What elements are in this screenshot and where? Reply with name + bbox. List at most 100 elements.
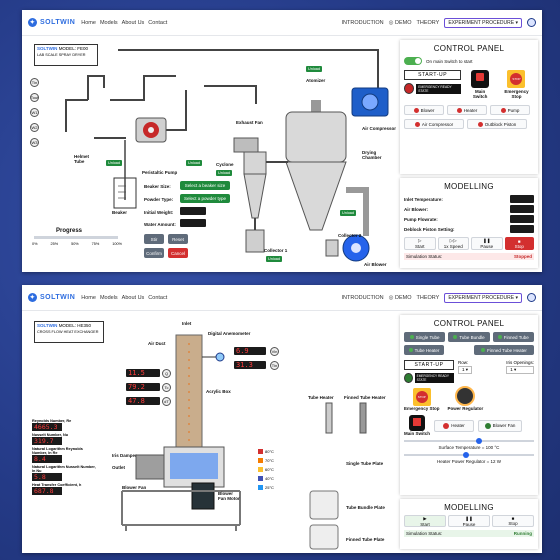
nav-home[interactable]: Home (81, 20, 96, 26)
cancel-button[interactable]: Cancel (168, 248, 188, 258)
confirm-button[interactable]: Confirm (144, 248, 164, 258)
start-up-button[interactable] (404, 373, 413, 383)
experiment-select[interactable]: EXPERIMENT PROCEDURE ▾ (444, 292, 522, 303)
beaker-size-button[interactable]: Select a beaker size (180, 181, 230, 190)
model-subtitle: LAB SCALE SPRAY DRYER (37, 53, 86, 57)
iris-selector[interactable]: Iris Openings: 1 ▾ (506, 360, 534, 374)
unload-tag-4[interactable]: Unload (306, 66, 323, 72)
nav-introduction[interactable]: INTRODUCTION (341, 20, 383, 26)
brand-logo[interactable]: ✦ SOLTWIN (28, 18, 75, 27)
finned-tube-plate-shape[interactable] (309, 524, 339, 550)
sim-start-button[interactable]: ▷ Start (404, 237, 436, 250)
brand-logo[interactable]: ✦ SOLTWIN (28, 293, 75, 302)
heater-power-slider[interactable] (404, 452, 534, 458)
stir-button[interactable]: Stir (144, 234, 164, 244)
nav-home[interactable]: Home (81, 295, 96, 301)
single-tube-button[interactable]: Single Tube (404, 332, 446, 342)
heat-model-card: SOLTWIN MODEL: HE350 CROSS FLOW HEAT EXC… (34, 321, 104, 343)
main-power-toggle[interactable] (404, 57, 422, 65)
indicator-w1[interactable]: W1 (30, 108, 39, 117)
blower-toggle[interactable]: Blower (404, 105, 444, 115)
experiment-select[interactable]: EXPERIMENT PROCEDURE ▾ (444, 17, 522, 28)
indicator-w2[interactable]: W2 (30, 123, 39, 132)
sim-stop-button[interactable]: ■ Stop (492, 515, 534, 527)
unload-tag-1[interactable]: Unload (106, 160, 123, 166)
blower-fan-toggle[interactable]: Blower Fan (478, 419, 523, 432)
nav-demo[interactable]: ◎ DEMO (389, 20, 412, 26)
results-list: Reynolds Number, Re 4665.3 Nusselt Number,… (32, 419, 96, 497)
blower-fan-motor-shape[interactable] (191, 482, 215, 510)
heater-label: Heater (463, 107, 478, 113)
surface-temp-label: Surface Temperature = 100 °C (438, 445, 500, 450)
power-regulator-knob[interactable] (455, 386, 476, 406)
emergency-stop-button[interactable]: STOP (412, 388, 431, 406)
heater-toggle[interactable]: Heater (447, 105, 487, 115)
dt-display: 47.8 (126, 397, 160, 405)
iris-damper-shape[interactable] (135, 454, 165, 480)
sim-stop-button[interactable]: ■ Stop (504, 237, 534, 250)
finned-tube-heater-shape[interactable] (359, 402, 367, 434)
start-up-button[interactable] (404, 83, 415, 94)
indicator-tout[interactable]: Tout (30, 93, 39, 102)
user-icon[interactable] (527, 18, 536, 27)
unload-tag-6[interactable]: Unload (266, 256, 283, 262)
main-switch[interactable] (471, 70, 490, 88)
nav-about[interactable]: About Us (122, 20, 145, 26)
nav-models[interactable]: Models (100, 20, 118, 26)
unload-tag-2[interactable]: Unload (186, 160, 203, 166)
indicator-tin[interactable]: Tin (30, 78, 39, 87)
exhaust-fan-shape[interactable] (233, 137, 259, 153)
finned-tube-button[interactable]: Finned Tube (492, 332, 534, 342)
water-amount-display (180, 219, 206, 227)
tube-heater-button[interactable]: Tube Heater (404, 345, 444, 355)
result-value: 687.8 (32, 487, 62, 495)
air-flow-region (170, 453, 218, 479)
emergency-stop-button[interactable]: STOP (507, 70, 526, 88)
anemometer-probe[interactable] (215, 352, 225, 362)
tube-heater-shape[interactable] (325, 402, 333, 434)
air-blower-label: Air Blower (364, 262, 387, 267)
nav-introduction[interactable]: INTRODUCTION (341, 295, 383, 301)
drying-chamber-shape[interactable] (285, 111, 347, 163)
reset-button[interactable]: Reset (168, 234, 188, 244)
model-brand: SOLTWIN (37, 323, 58, 328)
unload-tag-5[interactable]: Unload (340, 210, 357, 216)
main-switch[interactable] (409, 415, 425, 431)
finned-tube-heater-btn-label: Finned Tube Heater (487, 347, 527, 353)
simulation-status-label: Simulation Status: (406, 254, 443, 259)
slider-thumb[interactable] (462, 452, 469, 458)
model-number: MODEL: HE350 (58, 323, 91, 328)
nav-about[interactable]: About Us (122, 295, 145, 301)
sim-pause-button[interactable]: ❚❚ Pause (448, 515, 490, 527)
sim-start-button[interactable]: ▶ Start (404, 515, 446, 527)
outblock-piston-toggle[interactable]: Outblock Piston (467, 119, 527, 129)
nav-theory[interactable]: THEORY (417, 295, 440, 301)
nav-demo[interactable]: ◎ DEMO (389, 295, 412, 301)
slider-thumb[interactable] (475, 438, 482, 444)
indicator-w3[interactable]: W3 (30, 138, 39, 147)
anemometer-label: Digital Anemometer (208, 331, 251, 336)
nav-contact[interactable]: Contact (148, 295, 167, 301)
row-selector[interactable]: Row: 1 ▾ (458, 360, 473, 374)
tube-bundle-plate-shape[interactable] (309, 490, 339, 520)
nav-models[interactable]: Models (100, 295, 118, 301)
nav-theory[interactable]: THEORY (417, 20, 440, 26)
collector1-shape[interactable] (245, 229, 265, 253)
tube-bundle-button[interactable]: Tube Bundle (448, 332, 490, 342)
indicator-light (443, 422, 450, 429)
unload-tag-3[interactable]: Unload (216, 170, 233, 176)
air-compressor-toggle[interactable]: Air Compressor (404, 119, 464, 129)
heater-toggle[interactable]: Heater (434, 419, 475, 432)
nav-contact[interactable]: Contact (148, 20, 167, 26)
surface-temp-slider[interactable] (404, 438, 534, 444)
sim-pause-button[interactable]: ❚❚ Pause (471, 237, 503, 250)
powder-type-button[interactable]: Select a powder type (180, 194, 230, 203)
water-amount-label: Water Amount: (144, 222, 176, 227)
user-icon[interactable] (527, 293, 536, 302)
finned-tube-heater-button[interactable]: Finned Tube Heater (474, 345, 534, 355)
collector2-shape[interactable] (325, 239, 339, 257)
sim-speed-button[interactable]: ▷▷ 1x Speed (437, 237, 469, 250)
deblock-piston-label: Deblock Piston Setting: (404, 226, 455, 232)
atomizer-shape[interactable] (311, 100, 321, 112)
pump-toggle[interactable]: Pump (490, 105, 530, 115)
